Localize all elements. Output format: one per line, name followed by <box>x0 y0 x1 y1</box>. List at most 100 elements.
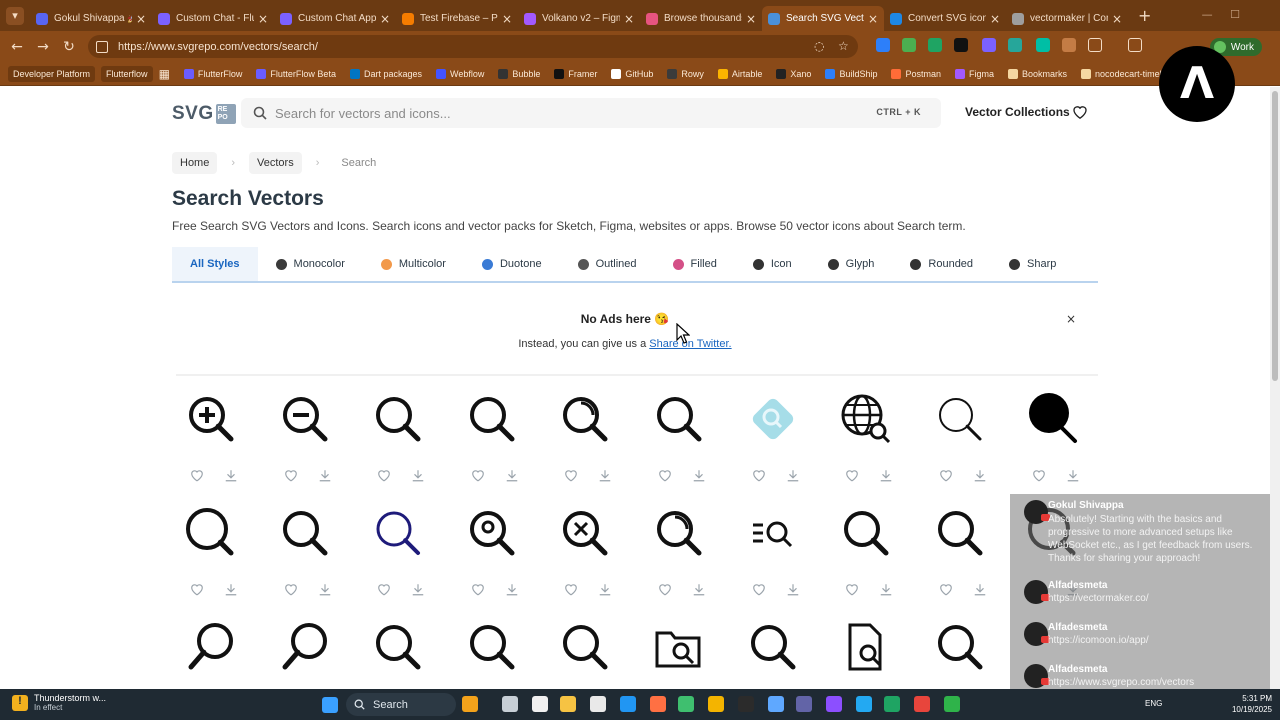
windows-start-icon[interactable] <box>322 697 338 713</box>
icon-card[interactable] <box>818 615 912 689</box>
heart-icon[interactable] <box>190 469 204 487</box>
close-icon[interactable]: × <box>1112 12 1122 26</box>
bookmark-item[interactable]: Developer Platform <box>8 65 96 82</box>
bookmark-item[interactable]: GitHub <box>611 68 653 79</box>
bookmark-item[interactable]: Bubble <box>498 68 540 79</box>
bookmark-item[interactable]: Figma <box>955 68 994 79</box>
download-icon[interactable] <box>224 583 238 601</box>
heart-icon[interactable] <box>845 469 859 487</box>
zoom-out-icon[interactable] <box>279 393 331 445</box>
download-icon[interactable] <box>692 469 706 487</box>
taskbar-app-icon[interactable] <box>650 696 666 712</box>
search-icon[interactable] <box>934 621 986 673</box>
eye-off-icon[interactable]: ◌ <box>814 39 824 53</box>
style-filter-tab[interactable]: Sharp <box>991 247 1074 281</box>
browser-tab[interactable]: Gokul Shivappa 🚀 × <box>30 6 152 31</box>
icon-card[interactable] <box>350 615 444 689</box>
icon-card[interactable] <box>725 387 819 497</box>
style-filter-tab[interactable]: Icon <box>735 247 810 281</box>
close-ads-button[interactable]: × <box>1066 312 1076 326</box>
search-left-icon[interactable] <box>185 621 237 673</box>
style-filter-tab[interactable]: Multicolor <box>363 247 464 281</box>
download-icon[interactable] <box>411 583 425 601</box>
reload-button[interactable]: ↻ <box>56 34 82 60</box>
heart-icon[interactable] <box>377 469 391 487</box>
style-filter-tab[interactable]: Rounded <box>892 247 991 281</box>
bookmark-item[interactable]: Xano <box>776 68 811 79</box>
search-icon[interactable] <box>279 507 331 559</box>
close-icon[interactable]: × <box>990 12 1000 26</box>
search-icon[interactable] <box>559 621 611 673</box>
tab-search-menu-button[interactable]: ▾ <box>0 0 30 31</box>
icon-card[interactable] <box>257 501 351 611</box>
heart-icon[interactable] <box>939 469 953 487</box>
system-clock[interactable]: 5:31 PM 10/19/2025 <box>1232 693 1272 715</box>
bookmark-item[interactable]: Airtable <box>717 68 762 79</box>
zoom-in-icon[interactable] <box>185 393 237 445</box>
style-filter-tab[interactable]: Outlined <box>560 247 655 281</box>
search-input[interactable] <box>275 105 835 121</box>
search-diamond-color-icon[interactable] <box>747 393 799 445</box>
vector-collections-link[interactable]: Vector Collections <box>965 105 1070 119</box>
extension-icon[interactable] <box>1008 38 1022 52</box>
heart-icon[interactable] <box>1032 469 1046 487</box>
search-location-icon[interactable] <box>466 507 518 559</box>
heart-icon[interactable] <box>1072 104 1088 119</box>
sidebar-icon[interactable] <box>1128 38 1142 52</box>
icon-card[interactable] <box>1005 387 1099 497</box>
address-bar[interactable]: https://www.svgrepo.com/vectors/search/ … <box>88 35 858 58</box>
taskbar-app-icon[interactable] <box>678 696 694 712</box>
search-loading-icon[interactable] <box>653 507 705 559</box>
download-icon[interactable] <box>318 469 332 487</box>
browser-tab[interactable]: Search SVG Vecto × <box>762 6 884 31</box>
vscode-icon[interactable] <box>856 696 872 712</box>
download-icon[interactable] <box>879 583 893 601</box>
close-icon[interactable]: × <box>258 12 268 26</box>
icon-card[interactable] <box>444 615 538 689</box>
icon-card[interactable] <box>631 387 725 497</box>
close-icon[interactable]: × <box>868 12 878 26</box>
list-search-icon[interactable] <box>747 507 799 559</box>
icon-card[interactable] <box>631 615 725 689</box>
share-on-twitter-link[interactable]: Share on Twitter. <box>649 338 731 350</box>
style-filter-tab[interactable]: Filled <box>655 247 735 281</box>
download-icon[interactable] <box>224 469 238 487</box>
heart-icon[interactable] <box>564 469 578 487</box>
forward-button[interactable]: → <box>30 34 56 60</box>
bookmark-item[interactable]: BuildShip <box>825 68 877 79</box>
browser-tab[interactable]: Custom Chat App × <box>274 6 396 31</box>
heart-icon[interactable] <box>564 583 578 601</box>
svgrepo-logo[interactable]: SVG RE PO <box>172 103 236 125</box>
download-icon[interactable] <box>692 583 706 601</box>
taskbar-app-icon[interactable] <box>708 696 724 712</box>
window-controls[interactable]: — ☐ <box>1202 8 1240 21</box>
icon-card[interactable] <box>631 501 725 611</box>
download-icon[interactable] <box>411 469 425 487</box>
breadcrumb-home[interactable]: Home <box>172 152 218 174</box>
icon-card[interactable] <box>257 387 351 497</box>
download-icon[interactable] <box>318 583 332 601</box>
taskbar-app-icon[interactable] <box>532 696 548 712</box>
star-icon[interactable]: ☆ <box>838 39 849 53</box>
icon-card[interactable] <box>537 501 631 611</box>
close-icon[interactable]: × <box>136 12 146 26</box>
style-filter-tab[interactable]: Duotone <box>464 247 560 281</box>
bookmark-item[interactable]: FlutterFlow Beta <box>256 68 336 79</box>
search-icon[interactable] <box>747 621 799 673</box>
language-indicator[interactable]: ENG <box>1145 699 1162 708</box>
taskbar-app-icon[interactable] <box>462 696 478 712</box>
download-icon[interactable] <box>1066 469 1080 487</box>
apps-grid-icon[interactable]: ▦ <box>159 67 170 81</box>
bookmark-item[interactable]: Dart packages <box>349 68 422 79</box>
icon-card[interactable] <box>725 501 819 611</box>
download-icon[interactable] <box>598 583 612 601</box>
heart-icon[interactable] <box>658 469 672 487</box>
search-thin-icon[interactable] <box>934 393 986 445</box>
scrollbar-thumb[interactable] <box>1272 91 1278 381</box>
browser-tab[interactable]: vectormaker | Conv × <box>1006 6 1128 31</box>
file-search-icon[interactable] <box>840 621 892 673</box>
icon-card[interactable] <box>350 387 444 497</box>
heart-icon[interactable] <box>377 583 391 601</box>
heart-icon[interactable] <box>284 583 298 601</box>
style-filter-tab[interactable]: Glyph <box>810 247 893 281</box>
